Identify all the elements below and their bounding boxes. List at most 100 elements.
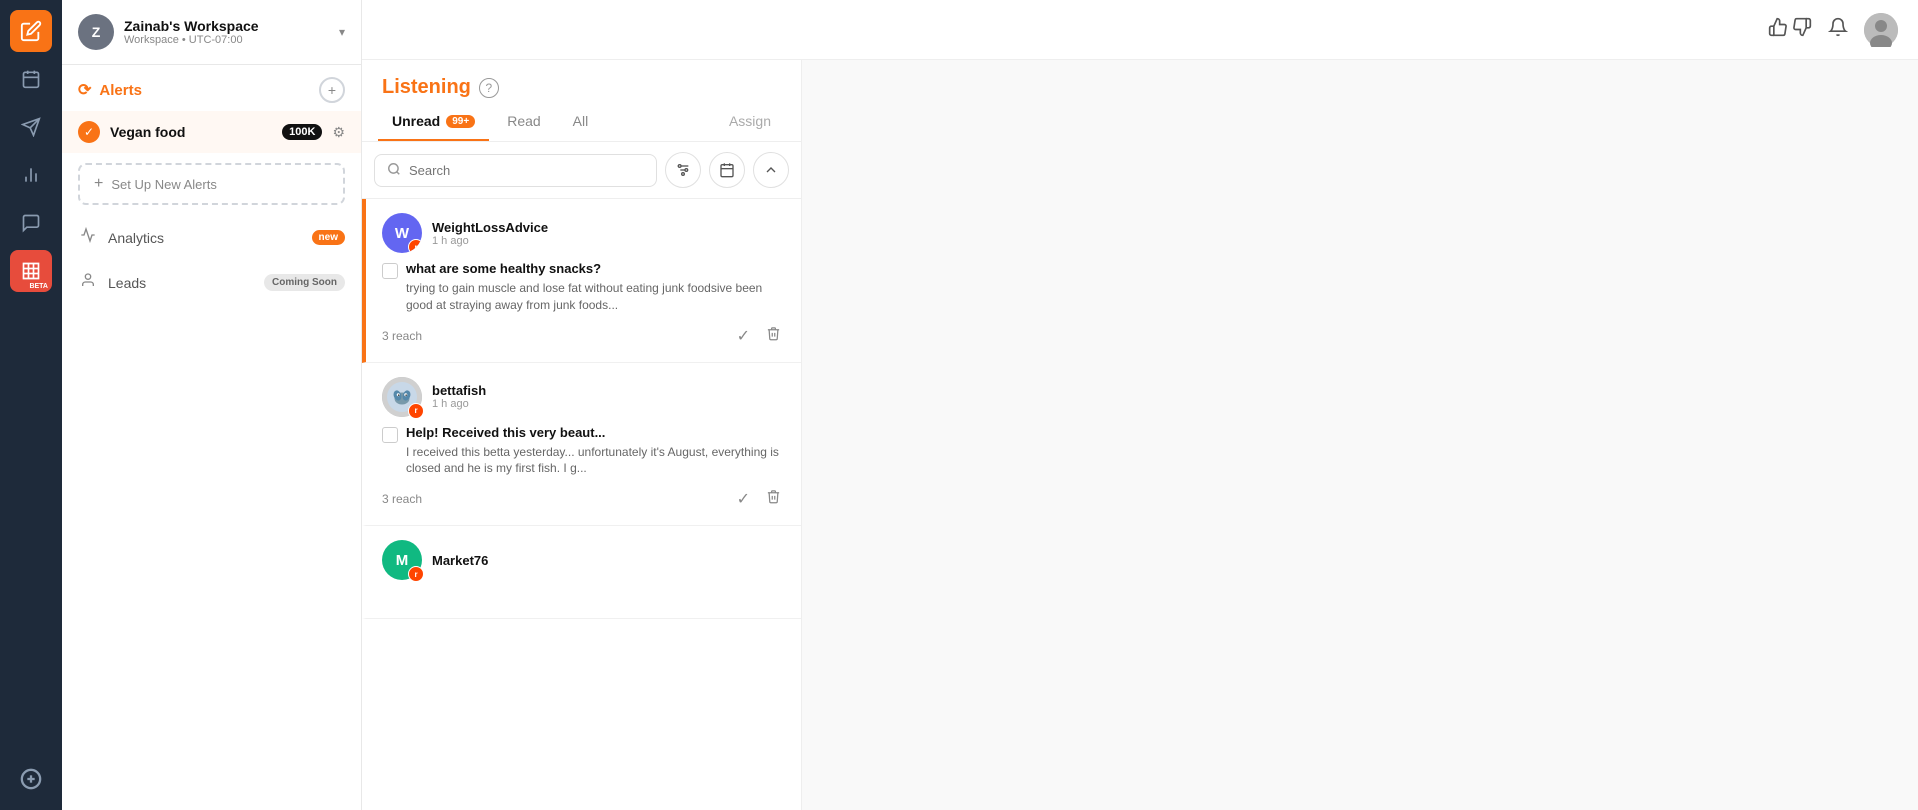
- feed-username-2: bettafish: [432, 383, 785, 398]
- feed-time-2: 1 h ago: [432, 398, 785, 410]
- icon-bar-bottom: [10, 758, 52, 800]
- tab-all[interactable]: All: [559, 103, 603, 141]
- feed-reach-2: 3 reach: [382, 492, 422, 506]
- feed-item-title: what are some healthy snacks?: [406, 261, 785, 276]
- search-input[interactable]: [409, 163, 644, 178]
- reddit-badge-icon-2: r: [408, 403, 424, 419]
- listening-title: Listening: [382, 76, 471, 99]
- workspace-chevron-icon: ▾: [339, 25, 345, 39]
- feed-item-header: W r WeightLossAdvice 1 h ago: [382, 213, 785, 253]
- icon-bar-top: BETA: [10, 10, 52, 752]
- listening-help-button[interactable]: ?: [479, 78, 499, 98]
- search-input-wrap: [374, 154, 657, 187]
- filter-settings-button[interactable]: [665, 152, 701, 188]
- add-icon-btn[interactable]: [10, 758, 52, 800]
- main-content: Listening ? Unread 99+ Read All Assign: [362, 0, 1918, 810]
- leads-icon: [78, 272, 98, 293]
- feed-item-snippet-2: I received this betta yesterday... unfor…: [406, 444, 785, 478]
- tab-assign-label: Assign: [729, 113, 771, 129]
- search-filter-row: [362, 142, 801, 199]
- feed-delete-button[interactable]: [762, 324, 785, 348]
- tab-assign[interactable]: Assign: [715, 103, 785, 141]
- feed-meta-3: Market76: [432, 553, 785, 568]
- notification-bell-icon[interactable]: [1828, 17, 1848, 43]
- feed-item-title-2: Help! Received this very beaut...: [406, 425, 785, 440]
- alerts-label: Alerts: [99, 82, 142, 99]
- tab-unread-label: Unread: [392, 113, 440, 129]
- feed-item-checkbox[interactable]: [382, 263, 398, 279]
- user-avatar[interactable]: [1864, 13, 1898, 47]
- alerts-title: ⟳ Alerts: [78, 80, 142, 100]
- feed-item-snippet: trying to gain muscle and lose fat witho…: [406, 280, 785, 314]
- workspace-info: Zainab's Workspace Workspace • UTC-07:00: [124, 18, 329, 46]
- tabs-row: Unread 99+ Read All Assign: [362, 103, 801, 142]
- icon-bar: BETA: [0, 0, 62, 810]
- feed-delete-button-2[interactable]: [762, 487, 785, 511]
- feed-meta-2: bettafish 1 h ago: [432, 383, 785, 410]
- feed-check-button[interactable]: ✓: [733, 324, 754, 348]
- workspace-subtitle: Workspace • UTC-07:00: [124, 34, 329, 46]
- reddit-badge-icon-3: r: [408, 566, 424, 582]
- feed-panel: Listening ? Unread 99+ Read All Assign: [362, 60, 802, 810]
- tab-all-label: All: [573, 113, 589, 129]
- alert-settings-icon[interactable]: ⚙: [332, 124, 345, 141]
- sort-button[interactable]: [753, 152, 789, 188]
- thumbs-up-icon[interactable]: [1768, 17, 1788, 43]
- leads-coming-soon-badge: Coming Soon: [264, 274, 345, 291]
- feed-check-button-2[interactable]: ✓: [733, 487, 754, 511]
- workspace-header[interactable]: Z Zainab's Workspace Workspace • UTC-07:…: [62, 0, 361, 65]
- alert-count-badge: 100K: [282, 124, 322, 140]
- feed-item-checkbox-2[interactable]: [382, 427, 398, 443]
- send-icon-btn[interactable]: [10, 106, 52, 148]
- feed-avatar-2: r: [382, 377, 422, 417]
- calendar-icon-btn[interactable]: [10, 58, 52, 100]
- feedback-buttons: [1768, 17, 1812, 43]
- feed-reach: 3 reach: [382, 329, 422, 343]
- alert-item-vegan-food[interactable]: ✓ Vegan food 100K ⚙: [62, 111, 361, 153]
- feed-list: W r WeightLossAdvice 1 h ago what are: [362, 199, 801, 810]
- feed-item-row: what are some healthy snacks? trying to …: [382, 261, 785, 314]
- feed-item-header-2: r bettafish 1 h ago: [382, 377, 785, 417]
- feed-item-footer-2: 3 reach ✓: [382, 487, 785, 511]
- calendar-filter-button[interactable]: [709, 152, 745, 188]
- add-alert-button[interactable]: +: [319, 77, 345, 103]
- feed-item-body: what are some healthy snacks? trying to …: [382, 261, 785, 314]
- top-bar: [362, 0, 1918, 60]
- feed-item-market76[interactable]: M r Market76: [362, 526, 801, 619]
- set-up-alerts-plus-icon: +: [94, 175, 103, 193]
- tab-read[interactable]: Read: [493, 103, 554, 141]
- beta-icon-btn[interactable]: BETA: [10, 250, 52, 292]
- analytics-icon: [78, 227, 98, 248]
- reddit-badge-icon: r: [408, 239, 422, 253]
- listening-panel: Listening ? Unread 99+ Read All Assign: [362, 60, 1918, 810]
- feed-time: 1 h ago: [432, 235, 785, 247]
- listening-icon-btn[interactable]: [10, 202, 52, 244]
- sidebar-item-leads[interactable]: Leads Coming Soon: [62, 260, 361, 305]
- feed-item-header-3: M r Market76: [382, 540, 785, 580]
- search-icon: [387, 162, 401, 179]
- alert-name: Vegan food: [110, 124, 272, 140]
- compose-icon-btn[interactable]: [10, 10, 52, 52]
- beta-label: BETA: [27, 283, 50, 290]
- tab-unread[interactable]: Unread 99+: [378, 103, 489, 141]
- feed-avatar-3: M r: [382, 540, 422, 580]
- feed-item-footer: 3 reach ✓: [382, 324, 785, 348]
- set-up-alerts-button[interactable]: + Set Up New Alerts: [78, 163, 345, 205]
- sidebar: Z Zainab's Workspace Workspace • UTC-07:…: [62, 0, 362, 810]
- feed-item-body-2: Help! Received this very beaut... I rece…: [382, 425, 785, 478]
- workspace-avatar: Z: [78, 14, 114, 50]
- thumbs-down-icon[interactable]: [1792, 17, 1812, 43]
- feed-avatar: W r: [382, 213, 422, 253]
- feed-item-weightlossadvice[interactable]: W r WeightLossAdvice 1 h ago what are: [362, 199, 801, 363]
- feed-text-block-2: Help! Received this very beaut... I rece…: [406, 425, 785, 478]
- workspace-name: Zainab's Workspace: [124, 18, 329, 34]
- feed-item-bettafish[interactable]: r bettafish 1 h ago Help! Received this …: [362, 363, 801, 527]
- feed-actions: ✓: [733, 324, 785, 348]
- chart-icon-btn[interactable]: [10, 154, 52, 196]
- sidebar-item-analytics[interactable]: Analytics new: [62, 215, 361, 260]
- feed-item-row-2: Help! Received this very beaut... I rece…: [382, 425, 785, 478]
- analytics-new-badge: new: [312, 230, 345, 245]
- feed-text-block: what are some healthy snacks? trying to …: [406, 261, 785, 314]
- alert-check-icon: ✓: [78, 121, 100, 143]
- leads-label: Leads: [108, 275, 254, 291]
